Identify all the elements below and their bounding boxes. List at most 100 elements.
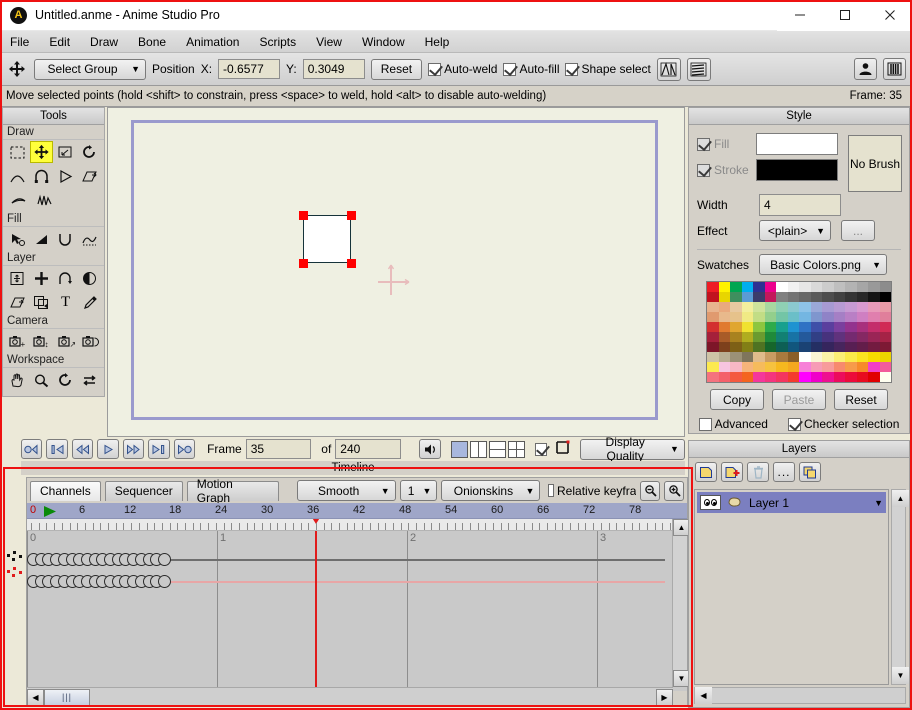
eyedropper-icon[interactable]: [79, 291, 101, 313]
palette-swatch-2-12[interactable]: [845, 302, 857, 312]
palette-swatch-1-0[interactable]: [707, 292, 719, 302]
palette-swatch-0-12[interactable]: [845, 282, 857, 292]
handle-bottom-right[interactable]: [347, 259, 356, 268]
palette-swatch-0-10[interactable]: [822, 282, 834, 292]
shape-icon[interactable]: [55, 165, 77, 187]
palette-swatch-9-8[interactable]: [799, 372, 811, 382]
shear-layer-icon[interactable]: [6, 291, 28, 313]
palette-swatch-1-3[interactable]: [741, 292, 753, 302]
shape-select-checkbox[interactable]: Shape select: [565, 62, 651, 76]
palette-swatch-5-0[interactable]: [707, 332, 719, 342]
palette-swatch-2-8[interactable]: [799, 302, 811, 312]
step-forward-button[interactable]: [122, 439, 145, 459]
palette-swatch-5-12[interactable]: [845, 332, 857, 342]
palette-swatch-9-13[interactable]: [856, 372, 868, 382]
palette-swatch-7-8[interactable]: [799, 352, 811, 362]
pan-tilt-camera-icon[interactable]: [79, 330, 101, 352]
palette-swatch-9-7[interactable]: [787, 372, 799, 382]
palette-swatch-6-10[interactable]: [822, 342, 834, 352]
palette-swatch-7-15[interactable]: [879, 352, 891, 362]
palette-swatch-6-15[interactable]: [879, 342, 891, 352]
total-frames-field[interactable]: 240: [335, 439, 401, 459]
interpolation-dropdown[interactable]: Smooth ▼: [296, 480, 396, 501]
move-tool-icon[interactable]: [6, 58, 28, 80]
palette-swatch-3-1[interactable]: [718, 312, 730, 322]
close-button[interactable]: [867, 0, 912, 31]
palette-swatch-5-1[interactable]: [718, 332, 730, 342]
palette-swatch-4-12[interactable]: [845, 322, 857, 332]
palette-swatch-1-4[interactable]: [753, 292, 765, 302]
palette-swatch-0-14[interactable]: [868, 282, 880, 292]
new-layer-button[interactable]: [695, 462, 717, 482]
handle-top-right[interactable]: [347, 211, 356, 220]
step-dropdown[interactable]: 1 ▼: [399, 480, 438, 501]
zoom-camera-icon[interactable]: ↕: [30, 330, 52, 352]
palette-swatch-6-1[interactable]: [718, 342, 730, 352]
select-shape-icon[interactable]: [6, 228, 28, 250]
menu-draw[interactable]: Draw: [80, 33, 128, 51]
palette-swatch-9-0[interactable]: [707, 372, 719, 382]
palette-swatch-1-13[interactable]: [856, 292, 868, 302]
palette-swatch-0-13[interactable]: [856, 282, 868, 292]
palette-swatch-6-2[interactable]: [730, 342, 742, 352]
paste-button[interactable]: Paste: [772, 389, 826, 410]
layers-horizontal-scrollbar[interactable]: ◀: [694, 687, 906, 704]
palette-swatch-1-12[interactable]: [845, 292, 857, 302]
palette-swatch-8-7[interactable]: [787, 362, 799, 372]
palette-swatch-7-11[interactable]: [833, 352, 845, 362]
palette-swatch-9-15[interactable]: [879, 372, 891, 382]
palette-swatch-6-9[interactable]: [810, 342, 822, 352]
menu-file[interactable]: File: [0, 33, 39, 51]
playhead[interactable]: [315, 531, 317, 691]
palette-swatch-0-7[interactable]: [787, 282, 799, 292]
palette-swatch-2-14[interactable]: [868, 302, 880, 312]
zoom-out-icon[interactable]: [640, 480, 661, 501]
color-palette[interactable]: [706, 281, 892, 383]
stroke-checkbox[interactable]: [697, 163, 710, 177]
translate-layer-icon[interactable]: [6, 267, 28, 289]
palette-swatch-8-14[interactable]: [868, 362, 880, 372]
palette-swatch-8-3[interactable]: [741, 362, 753, 372]
palette-swatch-8-13[interactable]: [856, 362, 868, 372]
scroll-right-icon[interactable]: ▶: [656, 688, 673, 706]
palette-swatch-7-9[interactable]: [810, 352, 822, 362]
palette-swatch-5-14[interactable]: [868, 332, 880, 342]
palette-swatch-6-14[interactable]: [868, 342, 880, 352]
palette-swatch-6-3[interactable]: [741, 342, 753, 352]
palette-swatch-6-0[interactable]: [707, 342, 719, 352]
curvature-icon[interactable]: [6, 189, 30, 211]
palette-swatch-8-10[interactable]: [822, 362, 834, 372]
palette-swatch-7-7[interactable]: [787, 352, 799, 362]
palette-swatch-3-2[interactable]: [730, 312, 742, 322]
palette-swatch-8-12[interactable]: [845, 362, 857, 372]
palette-swatch-1-1[interactable]: [718, 292, 730, 302]
palette-swatch-7-2[interactable]: [730, 352, 742, 362]
palette-swatch-4-13[interactable]: [856, 322, 868, 332]
library-icon[interactable]: [883, 58, 906, 80]
delete-layer-button[interactable]: [747, 462, 769, 482]
palette-swatch-9-3[interactable]: [741, 372, 753, 382]
palette-swatch-8-8[interactable]: [799, 362, 811, 372]
noise-icon[interactable]: [32, 189, 56, 211]
palette-swatch-5-8[interactable]: [799, 332, 811, 342]
orbit-workspace-icon[interactable]: [79, 369, 101, 391]
palette-swatch-3-5[interactable]: [764, 312, 776, 322]
palette-swatch-1-2[interactable]: [730, 292, 742, 302]
menu-scripts[interactable]: Scripts: [249, 33, 306, 51]
palette-swatch-2-5[interactable]: [764, 302, 776, 312]
roll-camera-icon[interactable]: ↗: [55, 330, 77, 352]
menu-window[interactable]: Window: [352, 33, 415, 51]
palette-swatch-2-0[interactable]: [707, 302, 719, 312]
hide-edge-icon[interactable]: [79, 228, 101, 250]
palette-swatch-5-10[interactable]: [822, 332, 834, 342]
handle-top-left[interactable]: [299, 211, 308, 220]
palette-swatch-2-1[interactable]: [718, 302, 730, 312]
selected-square-shape[interactable]: [303, 215, 351, 263]
palette-swatch-6-6[interactable]: [776, 342, 788, 352]
rotate-points-icon[interactable]: [79, 141, 101, 163]
palette-swatch-8-9[interactable]: [810, 362, 822, 372]
timeline-tracks[interactable]: 0 1 2 3: [27, 531, 687, 691]
keyframe-marker[interactable]: [157, 553, 171, 566]
palette-swatch-0-6[interactable]: [776, 282, 788, 292]
rotate-workspace-icon[interactable]: [55, 369, 77, 391]
